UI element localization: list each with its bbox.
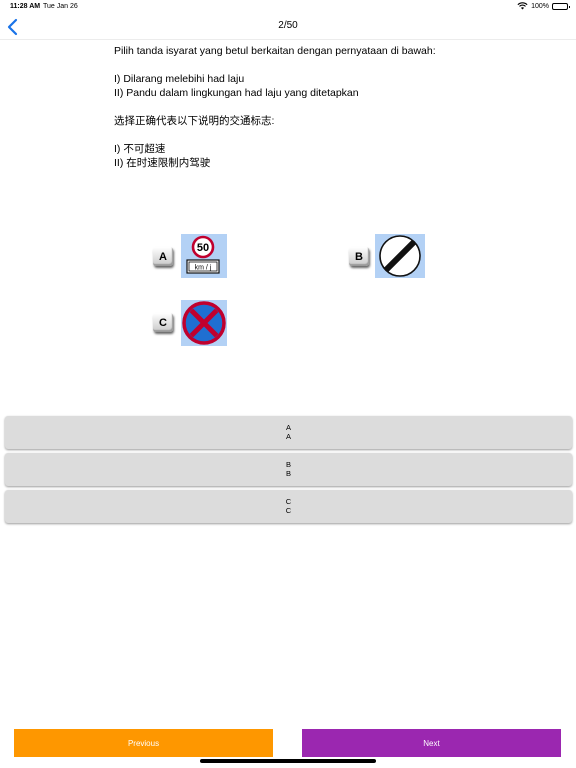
answer-c-line1: C xyxy=(285,497,292,506)
navigation-bar: 2/50 xyxy=(0,14,576,40)
speed-limit-50-sign: 50 km / j xyxy=(181,234,227,278)
statement-1-malay: I) Dilarang melebihi had laju xyxy=(114,73,245,85)
option-b-image: B xyxy=(346,234,426,280)
answer-b-button[interactable]: B B xyxy=(5,453,572,486)
statement-1-chinese: I) 不可超速 xyxy=(114,143,166,155)
statement-2-chinese: II) 在时速限制内驾驶 xyxy=(114,157,211,169)
question-intro-chinese: 选择正确代表以下说明的交通标志: xyxy=(114,115,275,127)
answer-c-button[interactable]: C C xyxy=(5,490,572,523)
home-indicator xyxy=(200,759,376,763)
battery-percentage: 100% xyxy=(531,2,549,10)
status-time: 11:28 AM xyxy=(10,3,41,10)
status-indicators: 100% xyxy=(517,2,570,10)
next-button[interactable]: Next xyxy=(302,729,561,757)
answer-a-line1: A xyxy=(285,423,291,432)
answer-b-line2: B xyxy=(285,469,291,478)
option-c-image: C xyxy=(150,300,230,348)
previous-button[interactable]: Previous xyxy=(14,729,273,757)
answer-a-button[interactable]: A A xyxy=(5,416,572,449)
battery-icon xyxy=(552,2,570,10)
no-stopping-sign xyxy=(181,300,227,346)
letter-a-key: A xyxy=(153,247,173,266)
status-bar: 11:28 AM Tue Jan 26 100% xyxy=(0,0,576,14)
letter-c-key: C xyxy=(153,313,173,332)
option-a-image: A 50 km / j xyxy=(150,234,230,280)
letter-b-key: B xyxy=(349,247,369,266)
status-date: Tue Jan 26 xyxy=(43,3,78,10)
end-of-restriction-sign xyxy=(375,234,425,278)
speed-unit: km / j xyxy=(195,265,212,272)
answer-b-line1: B xyxy=(285,460,291,469)
question-counter: 2/50 xyxy=(278,20,298,31)
answer-c-line2: C xyxy=(285,506,292,515)
wifi-icon xyxy=(517,2,528,10)
question-intro-malay: Pilih tanda isyarat yang betul berkaitan… xyxy=(114,45,436,57)
statement-2-malay: II) Pandu dalam lingkungan had laju yang… xyxy=(114,87,359,99)
question-text: Pilih tanda isyarat yang betul berkaitan… xyxy=(114,44,554,170)
speed-value: 50 xyxy=(197,242,209,254)
answer-a-line2: A xyxy=(285,432,291,441)
